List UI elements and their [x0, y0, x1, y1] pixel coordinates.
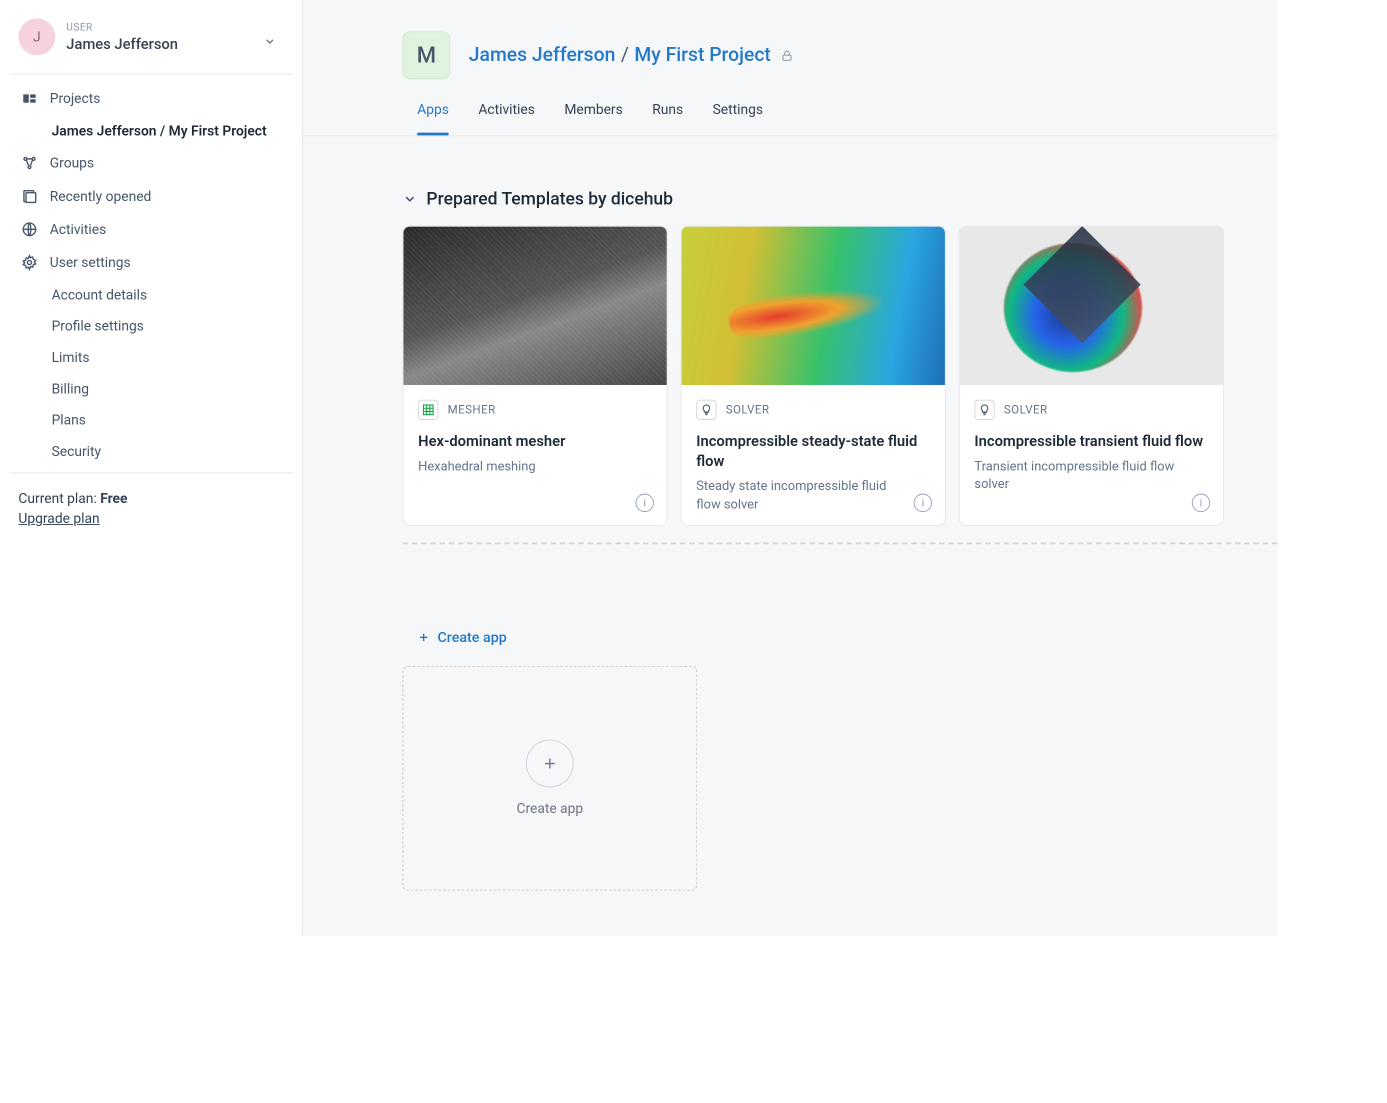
groups-icon [20, 154, 38, 172]
create-app-link[interactable]: Create app [417, 629, 1240, 646]
card-title: Incompressible steady-state fluid flow [696, 431, 930, 471]
sidebar-item-plans[interactable]: Plans [7, 404, 296, 435]
sidebar-item-activities[interactable]: Activities [7, 213, 296, 246]
sidebar-item-account[interactable]: Account details [7, 279, 296, 310]
info-icon[interactable]: i [635, 494, 653, 512]
plus-icon [526, 740, 574, 788]
divider [9, 74, 293, 75]
user-switcher[interactable]: J USER James Jefferson [6, 11, 297, 68]
card-type-label: SOLVER [1004, 403, 1048, 417]
content: Prepared Templates by dicehub MESHER Hex… [303, 136, 1277, 927]
sidebar-item-label: Account details [52, 286, 148, 303]
tab-members[interactable]: Members [564, 101, 622, 135]
sidebar-item-label: Limits [52, 349, 90, 366]
sidebar-item-label: James Jefferson / My First Project [52, 122, 267, 139]
upgrade-plan-link[interactable]: Upgrade plan [18, 510, 99, 527]
tabs: Apps Activities Members Runs Settings [303, 101, 1277, 135]
template-card[interactable]: SOLVER Incompressible steady-state fluid… [681, 226, 946, 527]
card-image [682, 227, 945, 385]
plus-icon [417, 631, 430, 644]
card-description: Steady state incompressible fluid flow s… [696, 478, 930, 514]
main-header: M James Jefferson / My First Project App… [303, 0, 1277, 136]
sidebar-item-label: Plans [52, 412, 86, 429]
section-title: Prepared Templates by dicehub [426, 188, 673, 209]
user-name: James Jefferson [66, 35, 178, 52]
info-icon[interactable]: i [1192, 494, 1210, 512]
sidebar-item-user-settings[interactable]: User settings [7, 246, 296, 279]
sidebar-item-security[interactable]: Security [7, 436, 296, 467]
divider [9, 472, 293, 473]
card-type-label: SOLVER [726, 403, 770, 417]
main: M James Jefferson / My First Project App… [302, 0, 1277, 936]
create-section: Create app Create app [402, 629, 1240, 891]
template-card[interactable]: SOLVER Incompressible transient fluid fl… [959, 226, 1224, 527]
sidebar-item-label: Profile settings [52, 318, 144, 335]
plan-block: Current plan: Free Upgrade plan [6, 481, 297, 527]
templates-section-header: Prepared Templates by dicehub [402, 188, 1240, 209]
create-app-card-label: Create app [516, 801, 583, 818]
tab-runs[interactable]: Runs [652, 101, 683, 135]
create-app-card[interactable]: Create app [402, 666, 697, 891]
project-badge: M [402, 31, 450, 79]
breadcrumb-project-link[interactable]: My First Project [634, 44, 770, 66]
user-role-label: USER [66, 21, 178, 33]
tab-settings[interactable]: Settings [713, 101, 763, 135]
card-description: Transient incompressible fluid flow solv… [974, 458, 1208, 494]
card-title: Hex-dominant mesher [418, 431, 652, 451]
breadcrumb-user-link[interactable]: James Jefferson [469, 44, 616, 66]
sidebar-active-project[interactable]: James Jefferson / My First Project [7, 115, 296, 146]
bulb-icon [974, 400, 994, 420]
current-plan: Current plan: Free [18, 490, 283, 507]
create-app-link-label: Create app [437, 629, 506, 646]
grid-icon [418, 400, 438, 420]
breadcrumb: M James Jefferson / My First Project [303, 31, 1277, 79]
sidebar-item-label: Activities [50, 221, 107, 238]
dashed-separator [402, 543, 1277, 545]
gear-icon [20, 253, 38, 271]
sidebar-item-limits[interactable]: Limits [7, 342, 296, 373]
sidebar-item-billing[interactable]: Billing [7, 373, 296, 404]
tab-activities[interactable]: Activities [478, 101, 535, 135]
recent-icon [20, 187, 38, 205]
template-card[interactable]: MESHER Hex-dominant mesher Hexahedral me… [402, 226, 667, 527]
sidebar-item-label: User settings [50, 254, 131, 271]
plan-label: Current plan: [18, 490, 100, 507]
card-description: Hexahedral meshing [418, 458, 652, 476]
breadcrumb-separator: / [621, 44, 629, 66]
lock-icon [780, 48, 794, 62]
plan-name: Free [100, 490, 127, 507]
card-image [960, 227, 1223, 385]
globe-icon [20, 220, 38, 238]
projects-icon [20, 89, 38, 107]
avatar: J [18, 18, 55, 55]
sidebar-item-label: Recently opened [50, 188, 152, 205]
sidebar-item-label: Security [52, 443, 101, 460]
sidebar-item-groups[interactable]: Groups [7, 146, 296, 179]
nav: Projects James Jefferson / My First Proj… [6, 82, 297, 467]
card-title: Incompressible transient fluid flow [974, 431, 1208, 451]
sidebar-item-projects[interactable]: Projects [7, 82, 296, 115]
sidebar-item-recent[interactable]: Recently opened [7, 180, 296, 213]
sidebar-item-label: Projects [50, 90, 101, 107]
tab-apps[interactable]: Apps [417, 101, 449, 135]
chevron-down-icon[interactable] [402, 191, 417, 206]
chevron-down-icon [263, 35, 276, 48]
sidebar-item-profile[interactable]: Profile settings [7, 310, 296, 341]
card-type-label: MESHER [448, 403, 496, 417]
sidebar: J USER James Jefferson Projects James Je… [0, 0, 302, 936]
sidebar-item-label: Groups [50, 155, 94, 172]
sidebar-item-label: Billing [52, 380, 89, 397]
template-cards: MESHER Hex-dominant mesher Hexahedral me… [402, 226, 1240, 527]
bulb-icon [696, 400, 716, 420]
card-image [403, 227, 666, 385]
